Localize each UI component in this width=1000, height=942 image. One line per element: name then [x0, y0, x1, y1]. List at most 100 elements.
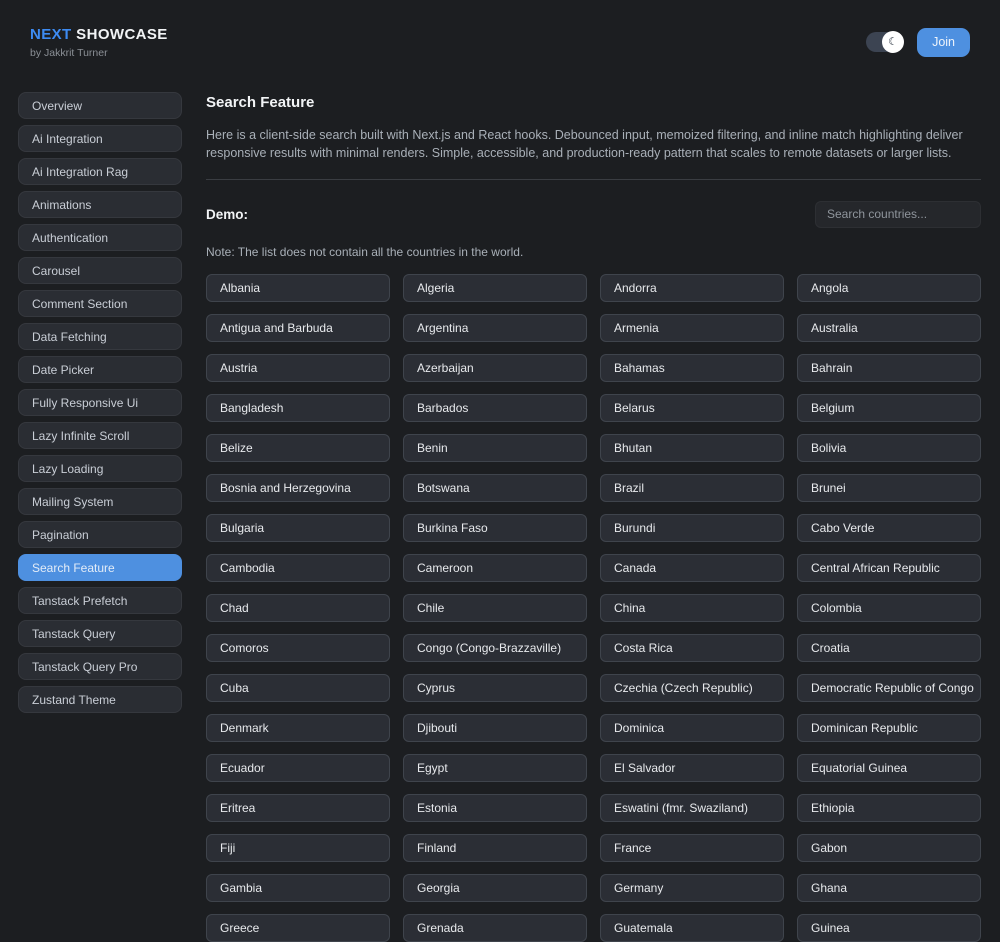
sidebar-item[interactable]: Mailing System — [18, 488, 182, 515]
sidebar-item[interactable]: Animations — [18, 191, 182, 218]
country-button[interactable]: Gabon — [797, 834, 981, 862]
sidebar-item[interactable]: Ai Integration — [18, 125, 182, 152]
country-label: Costa Rica — [614, 641, 673, 655]
country-button[interactable]: El Salvador — [600, 754, 784, 782]
sidebar-item[interactable]: Ai Integration Rag — [18, 158, 182, 185]
country-button[interactable]: Bulgaria — [206, 514, 390, 542]
country-button[interactable]: Chad — [206, 594, 390, 622]
sidebar-item[interactable]: Tanstack Query Pro — [18, 653, 182, 680]
sidebar-item[interactable]: Data Fetching — [18, 323, 182, 350]
country-button[interactable]: Ethiopia — [797, 794, 981, 822]
country-label: Eswatini (fmr. Swaziland) — [614, 801, 748, 815]
country-button[interactable]: Estonia — [403, 794, 587, 822]
country-button[interactable]: Australia — [797, 314, 981, 342]
country-button[interactable]: Brunei — [797, 474, 981, 502]
country-button[interactable]: Bhutan — [600, 434, 784, 462]
sidebar-item-label: Ai Integration Rag — [32, 165, 128, 179]
sidebar-item[interactable]: Tanstack Query — [18, 620, 182, 647]
country-button[interactable]: Djibouti — [403, 714, 587, 742]
country-button[interactable]: Georgia — [403, 874, 587, 902]
country-button[interactable]: Eritrea — [206, 794, 390, 822]
country-button[interactable]: Cambodia — [206, 554, 390, 582]
country-button[interactable]: Chile — [403, 594, 587, 622]
country-button[interactable]: Cabo Verde — [797, 514, 981, 542]
country-label: France — [614, 841, 651, 855]
sidebar-item[interactable]: Lazy Loading — [18, 455, 182, 482]
country-button[interactable]: Canada — [600, 554, 784, 582]
country-label: Georgia — [417, 881, 460, 895]
country-button[interactable]: Cameroon — [403, 554, 587, 582]
country-button[interactable]: Eswatini (fmr. Swaziland) — [600, 794, 784, 822]
country-label: Cameroon — [417, 561, 473, 575]
country-button[interactable]: Belize — [206, 434, 390, 462]
country-button[interactable]: Costa Rica — [600, 634, 784, 662]
country-button[interactable]: Albania — [206, 274, 390, 302]
sidebar-item[interactable]: Overview — [18, 92, 182, 119]
country-button[interactable]: Azerbaijan — [403, 354, 587, 382]
country-label: Brazil — [614, 481, 644, 495]
country-button[interactable]: Antigua and Barbuda — [206, 314, 390, 342]
country-button[interactable]: Brazil — [600, 474, 784, 502]
sidebar-item[interactable]: Authentication — [18, 224, 182, 251]
country-button[interactable]: Burundi — [600, 514, 784, 542]
sidebar-item[interactable]: Zustand Theme — [18, 686, 182, 713]
country-button[interactable]: Argentina — [403, 314, 587, 342]
theme-toggle[interactable]: ☾ — [866, 32, 903, 52]
country-button[interactable]: Botswana — [403, 474, 587, 502]
country-button[interactable]: Armenia — [600, 314, 784, 342]
country-button[interactable]: Fiji — [206, 834, 390, 862]
country-button[interactable]: Bolivia — [797, 434, 981, 462]
country-label: Azerbaijan — [417, 361, 474, 375]
country-button[interactable]: Croatia — [797, 634, 981, 662]
country-button[interactable]: Central African Republic — [797, 554, 981, 582]
app-body: Overview Ai Integration Ai Integration R… — [0, 78, 1000, 942]
country-button[interactable]: Barbados — [403, 394, 587, 422]
sidebar-item[interactable]: Tanstack Prefetch — [18, 587, 182, 614]
sidebar-item[interactable]: Lazy Infinite Scroll — [18, 422, 182, 449]
country-button[interactable]: Colombia — [797, 594, 981, 622]
country-button[interactable]: Democratic Republic of Congo — [797, 674, 981, 702]
country-button[interactable]: Andorra — [600, 274, 784, 302]
country-button[interactable]: Bangladesh — [206, 394, 390, 422]
country-label: Cuba — [220, 681, 249, 695]
country-button[interactable]: Bahrain — [797, 354, 981, 382]
sidebar-item[interactable]: Date Picker — [18, 356, 182, 383]
country-button[interactable]: Cyprus — [403, 674, 587, 702]
country-button[interactable]: Congo (Congo-Brazzaville) — [403, 634, 587, 662]
country-button[interactable]: Dominica — [600, 714, 784, 742]
sidebar-item[interactable]: Carousel — [18, 257, 182, 284]
country-label: Brunei — [811, 481, 846, 495]
country-button[interactable]: Benin — [403, 434, 587, 462]
country-button[interactable]: Comoros — [206, 634, 390, 662]
country-button[interactable]: Ghana — [797, 874, 981, 902]
country-button[interactable]: Belarus — [600, 394, 784, 422]
country-button[interactable]: Egypt — [403, 754, 587, 782]
country-button[interactable]: France — [600, 834, 784, 862]
sidebar-item[interactable]: Fully Responsive Ui — [18, 389, 182, 416]
country-button[interactable]: Belgium — [797, 394, 981, 422]
country-button[interactable]: Czechia (Czech Republic) — [600, 674, 784, 702]
sidebar-item[interactable]: Pagination — [18, 521, 182, 548]
country-label: Botswana — [417, 481, 470, 495]
country-button[interactable]: Algeria — [403, 274, 587, 302]
country-button[interactable]: Equatorial Guinea — [797, 754, 981, 782]
sidebar-item[interactable]: Comment Section — [18, 290, 182, 317]
country-button[interactable]: Cuba — [206, 674, 390, 702]
country-button[interactable]: Ecuador — [206, 754, 390, 782]
country-label: China — [614, 601, 645, 615]
country-button[interactable]: Angola — [797, 274, 981, 302]
sidebar-item-label: Lazy Loading — [32, 462, 103, 476]
country-button[interactable]: Denmark — [206, 714, 390, 742]
sidebar-item[interactable]: Search Feature — [18, 554, 182, 581]
country-button[interactable]: Bosnia and Herzegovina — [206, 474, 390, 502]
country-button[interactable]: Finland — [403, 834, 587, 862]
search-input[interactable] — [815, 201, 981, 228]
country-button[interactable]: Austria — [206, 354, 390, 382]
country-button[interactable]: Germany — [600, 874, 784, 902]
country-button[interactable]: Bahamas — [600, 354, 784, 382]
country-button[interactable]: Burkina Faso — [403, 514, 587, 542]
country-button[interactable]: China — [600, 594, 784, 622]
country-button[interactable]: Dominican Republic — [797, 714, 981, 742]
join-button[interactable]: Join — [917, 28, 970, 57]
country-button[interactable]: Gambia — [206, 874, 390, 902]
